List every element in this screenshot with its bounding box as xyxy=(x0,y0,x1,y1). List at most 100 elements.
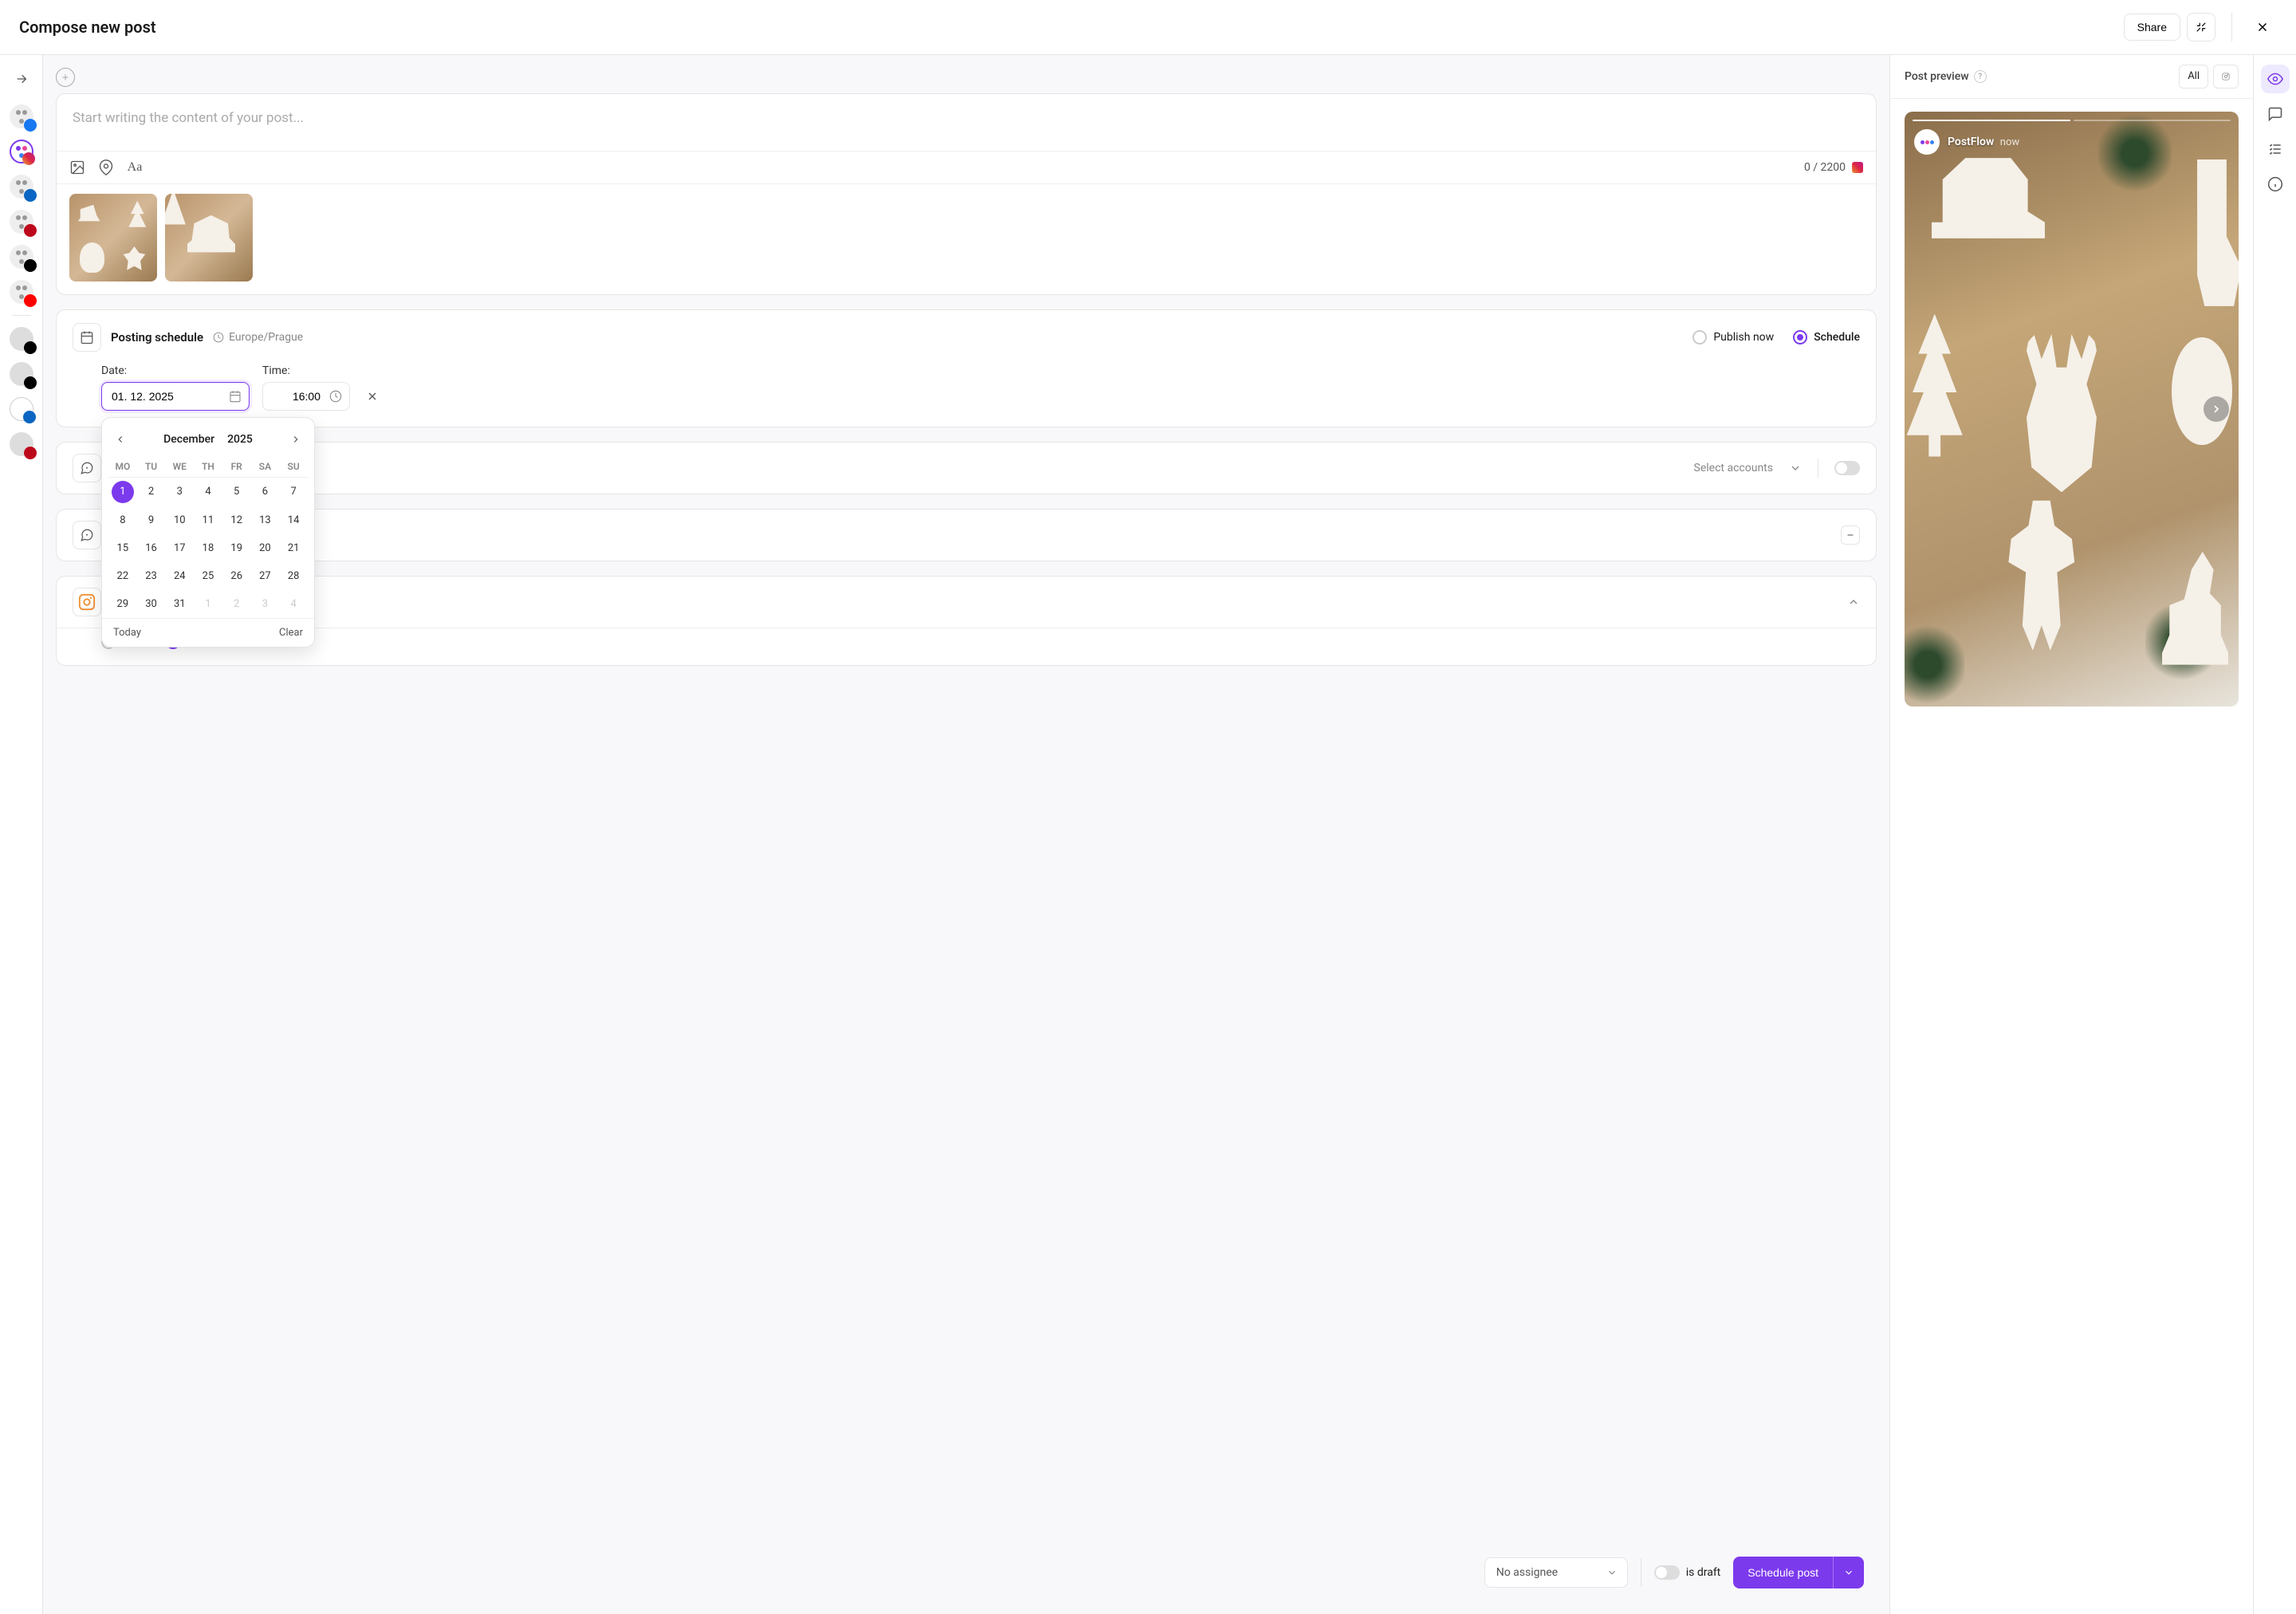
datepicker-year[interactable]: 2025 xyxy=(227,433,253,446)
day-cell[interactable]: 2 xyxy=(224,592,250,616)
select-accounts-label[interactable]: Select accounts xyxy=(1694,462,1773,474)
day-cell[interactable]: 4 xyxy=(195,479,221,505)
comments-button[interactable] xyxy=(2261,100,2290,128)
day-cell[interactable]: 15 xyxy=(110,536,136,561)
compose-card: Start writing the content of your post..… xyxy=(56,93,1877,295)
day-cell[interactable]: 24 xyxy=(167,564,192,589)
day-cell[interactable]: 26 xyxy=(224,564,250,589)
account-facebook[interactable] xyxy=(10,104,33,128)
dow-header: SU xyxy=(279,456,308,478)
today-button[interactable]: Today xyxy=(113,627,141,639)
info-button[interactable] xyxy=(2261,170,2290,199)
pinterest-icon xyxy=(24,224,37,237)
preview-all-tab[interactable]: All xyxy=(2179,65,2208,89)
footer: No assignee is draft Schedule post xyxy=(56,1547,1877,1601)
day-cell[interactable]: 21 xyxy=(281,536,306,561)
assignee-select[interactable]: No assignee xyxy=(1484,1557,1628,1588)
day-cell[interactable]: 4 xyxy=(281,592,306,616)
day-cell[interactable]: 16 xyxy=(139,536,164,561)
media-icon[interactable] xyxy=(69,159,85,175)
day-cell[interactable]: 19 xyxy=(224,536,250,561)
day-cell[interactable]: 6 xyxy=(253,479,278,505)
pinterest-icon xyxy=(24,447,37,459)
dow-header: FR xyxy=(222,456,251,478)
help-icon[interactable]: ? xyxy=(1974,70,1987,83)
day-cell[interactable]: 28 xyxy=(281,564,306,589)
chat-icon xyxy=(73,521,101,549)
day-cell[interactable]: 20 xyxy=(253,536,278,561)
main-column: Start writing the content of your post..… xyxy=(43,55,1889,1614)
remove-button[interactable] xyxy=(1841,526,1860,545)
day-cell[interactable]: 13 xyxy=(253,508,278,533)
account-threads[interactable] xyxy=(10,245,33,269)
text-format-icon[interactable]: Aa xyxy=(127,159,143,175)
draft-toggle[interactable] xyxy=(1654,1565,1680,1580)
datepicker-month[interactable]: December xyxy=(163,433,214,446)
media-thumbnail-2[interactable] xyxy=(165,194,253,281)
close-button[interactable] xyxy=(2248,13,2277,41)
chat-icon xyxy=(73,454,101,482)
dow-header: TH xyxy=(194,456,222,478)
account-linkedin[interactable] xyxy=(10,175,33,199)
account-pinterest[interactable] xyxy=(10,210,33,234)
day-cell[interactable]: 27 xyxy=(253,564,278,589)
schedule-post-button[interactable]: Schedule post xyxy=(1733,1557,1833,1588)
location-icon[interactable] xyxy=(98,159,114,175)
schedule-radio[interactable]: Schedule xyxy=(1793,330,1860,344)
day-cell[interactable]: 8 xyxy=(110,508,136,533)
accounts-card: Select accounts xyxy=(56,442,1877,494)
day-cell[interactable]: 2 xyxy=(139,479,164,505)
expand-rail-button[interactable] xyxy=(7,65,36,93)
share-button[interactable]: Share xyxy=(2124,14,2180,41)
timezone-label: Europe/Prague xyxy=(213,331,303,344)
account-avatar-4[interactable] xyxy=(10,432,33,456)
clear-datetime-button[interactable] xyxy=(366,390,379,403)
account-avatar-2[interactable] xyxy=(10,362,33,386)
account-avatar-3[interactable] xyxy=(10,397,33,421)
day-cell[interactable]: 12 xyxy=(224,508,250,533)
day-cell[interactable]: 1 xyxy=(112,481,134,503)
publish-now-radio[interactable]: Publish now xyxy=(1693,330,1774,344)
preview-instagram-tab[interactable] xyxy=(2213,65,2239,89)
preview-toggle-button[interactable] xyxy=(2261,65,2290,93)
day-cell[interactable]: 10 xyxy=(167,508,192,533)
day-cell[interactable]: 5 xyxy=(224,479,250,505)
platform-header[interactable] xyxy=(57,577,1876,628)
day-cell[interactable]: 30 xyxy=(139,592,164,616)
day-cell[interactable]: 23 xyxy=(139,564,164,589)
account-avatar-1[interactable] xyxy=(10,327,33,351)
next-month-button[interactable] xyxy=(287,431,305,448)
next-story-button[interactable] xyxy=(2204,396,2229,422)
preview-title: Post preview xyxy=(1905,70,1969,83)
day-cell[interactable]: 3 xyxy=(167,479,192,505)
day-cell[interactable]: 3 xyxy=(253,592,278,616)
media-thumbnail-1[interactable] xyxy=(69,194,157,281)
day-cell[interactable]: 25 xyxy=(195,564,221,589)
account-instagram[interactable] xyxy=(10,140,33,163)
collapse-button[interactable] xyxy=(2187,13,2215,41)
account-youtube[interactable] xyxy=(10,280,33,304)
day-cell[interactable]: 29 xyxy=(110,592,136,616)
day-cell[interactable]: 11 xyxy=(195,508,221,533)
checklist-button[interactable] xyxy=(2261,135,2290,163)
post-content-input[interactable]: Start writing the content of your post..… xyxy=(57,94,1876,152)
day-cell[interactable]: 9 xyxy=(139,508,164,533)
day-cell[interactable]: 17 xyxy=(167,536,192,561)
accounts-toggle[interactable] xyxy=(1834,461,1860,475)
day-cell[interactable]: 7 xyxy=(281,479,306,505)
day-cell[interactable]: 14 xyxy=(281,508,306,533)
accounts-rail xyxy=(0,55,43,1614)
day-cell[interactable]: 18 xyxy=(195,536,221,561)
add-account-button[interactable] xyxy=(56,68,75,87)
prev-month-button[interactable] xyxy=(112,431,129,448)
chevron-down-icon[interactable] xyxy=(1789,462,1802,474)
schedule-post-dropdown[interactable] xyxy=(1833,1557,1864,1588)
day-cell[interactable]: 31 xyxy=(167,592,192,616)
clear-button[interactable]: Clear xyxy=(279,627,303,639)
day-cell[interactable]: 1 xyxy=(195,592,221,616)
time-input[interactable] xyxy=(262,382,350,411)
day-cell[interactable]: 22 xyxy=(110,564,136,589)
preview-time: now xyxy=(2000,136,2019,148)
preview-avatar xyxy=(1914,129,1940,155)
date-input[interactable] xyxy=(101,382,250,411)
